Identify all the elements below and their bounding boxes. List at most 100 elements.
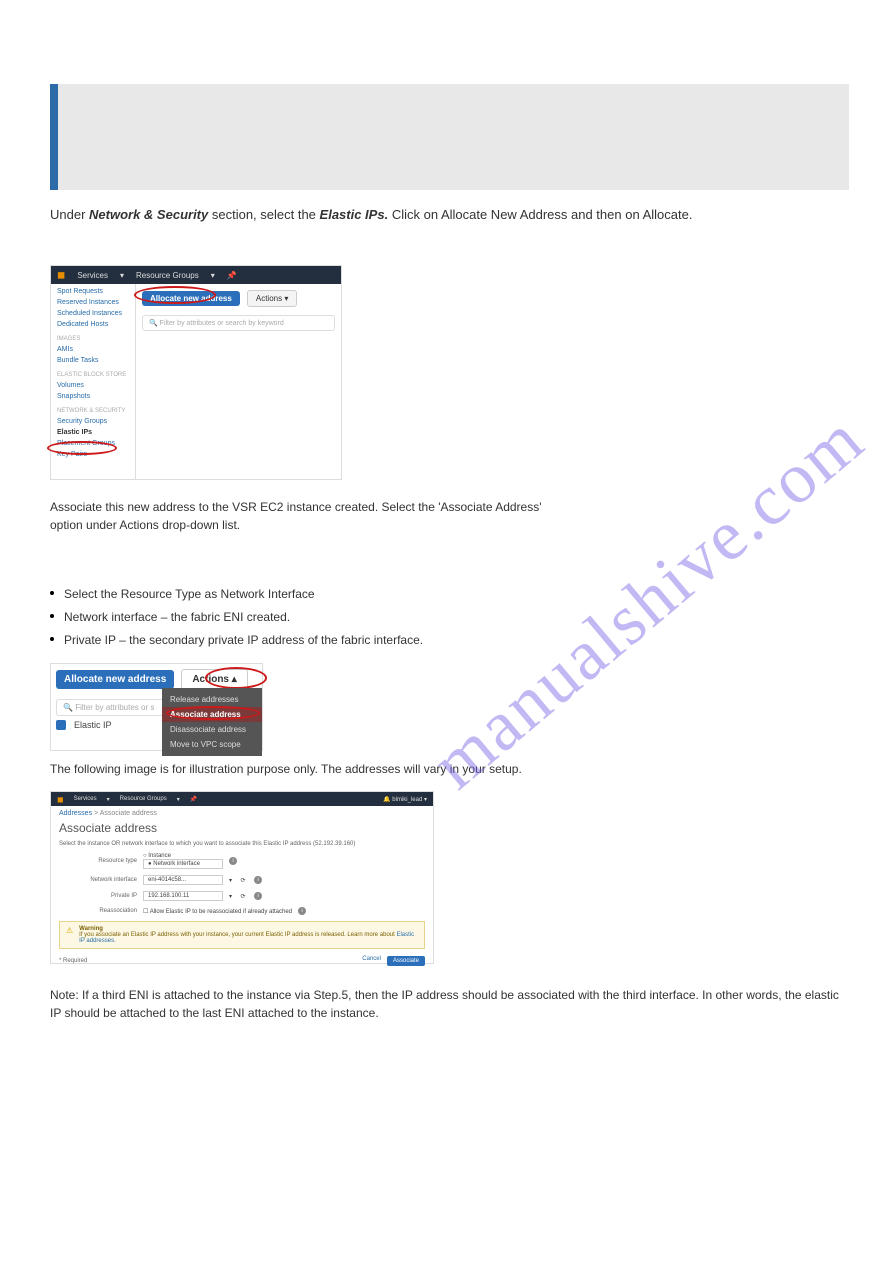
highlight-circle-icon [47, 441, 117, 455]
bullet-item: Network interface – the fabric ENI creat… [50, 606, 423, 629]
page-subtitle: Select the instance OR network interface… [51, 841, 433, 853]
p2-line-1: Associate this new address to the VSR EC… [50, 500, 542, 514]
chevron-down-icon: ▾ [120, 271, 124, 280]
reassociation-label: Reassociation [59, 908, 137, 914]
network-interface-select[interactable]: eni-4014c58... [143, 875, 223, 885]
bullet-text: Select the Resource Type as Network Inte… [64, 583, 315, 606]
warning-banner: ⚠ Warning If you associate an Elastic IP… [59, 921, 425, 949]
associate-button[interactable]: Associate [387, 956, 425, 966]
private-ip-label: Private IP [59, 893, 137, 899]
page-title: Associate address [51, 817, 433, 841]
info-icon[interactable]: i [229, 857, 237, 865]
refresh-icon[interactable]: ⟳ [238, 893, 248, 900]
bullet-text: Private IP – the secondary private IP ad… [64, 629, 423, 652]
paragraph-2: Associate this new address to the VSR EC… [50, 498, 849, 534]
actions-button[interactable]: Actions ▾ [247, 290, 297, 307]
watermark-text: manualshive.com [416, 397, 880, 805]
highlight-circle-icon [134, 286, 216, 304]
p1-prefix: Under [50, 207, 89, 222]
p1-mid: section, select the [212, 207, 320, 222]
screenshot-associate-address: ◼ Services ▾ Resource Groups ▾ 📌 🔔 blmik… [50, 791, 434, 964]
resource-type-label: Resource type [59, 858, 137, 864]
sidebar-item-elastic-ips[interactable]: Elastic IPs [57, 429, 131, 436]
filter-input[interactable]: Filter by attributes or search by keywor… [142, 315, 335, 331]
ec2-main-pane: Allocate new address Actions ▾ Filter by… [136, 284, 341, 479]
info-icon[interactable]: i [254, 876, 262, 884]
sidebar-item[interactable]: AMIs [57, 346, 131, 353]
topbar-services[interactable]: Services [74, 796, 97, 802]
crumb-current: Associate address [100, 810, 157, 817]
bullet-icon [50, 614, 54, 618]
associate-form: Resource type Instance Network interface… [51, 853, 433, 915]
ec2-sidebar: Spot Requests Reserved Instances Schedul… [51, 284, 136, 479]
paragraph-3: The following image is for illustration … [50, 762, 849, 776]
bullet-icon [50, 591, 54, 595]
bullet-icon [50, 637, 54, 641]
topbar-resource-groups[interactable]: Resource Groups [120, 796, 167, 802]
chevron-down-icon: ▾ [177, 796, 180, 803]
p1-bold-2: Elastic IPs. [320, 207, 389, 222]
form-footer: * Required Cancel Associate [51, 953, 433, 972]
info-icon[interactable]: i [298, 907, 306, 915]
p1-bold-1: Network & Security [89, 207, 208, 222]
chevron-down-icon: ▾ [107, 796, 110, 803]
chevron-down-icon: ▾ [422, 797, 427, 803]
warning-body: If you associate an Elastic IP address w… [79, 932, 396, 938]
menu-item-release[interactable]: Release addresses [162, 692, 262, 707]
reassociation-text: Allow Elastic IP to be reassociated if a… [150, 909, 292, 915]
topbar-resource-groups[interactable]: Resource Groups [136, 271, 199, 280]
warning-icon: ⚠ [66, 926, 73, 935]
aws-topbar: ◼ Services ▾ Resource Groups ▾ 📌 🔔 blmik… [51, 792, 433, 806]
menu-item-move-vpc[interactable]: Move to VPC scope [162, 737, 262, 752]
note-callout [50, 84, 849, 190]
pin-icon[interactable]: 📌 [190, 796, 197, 803]
cancel-button[interactable]: Cancel [362, 956, 381, 966]
chevron-down-icon: ▾ [229, 893, 232, 900]
sidebar-item[interactable]: Bundle Tasks [57, 357, 131, 364]
sidebar-item[interactable]: Reserved Instances [57, 299, 131, 306]
paragraph-4: Note: If a third ENI is attached to the … [50, 986, 849, 1022]
bullet-list: Select the Resource Type as Network Inte… [50, 583, 423, 651]
radio-network-interface[interactable]: Network interface [143, 859, 223, 869]
refresh-icon[interactable]: ⟳ [238, 877, 248, 884]
screenshot-actions-dropdown: Allocate new address Actions ▴ Filter by… [50, 663, 263, 751]
row-label: Elastic IP [74, 720, 112, 730]
aws-topbar: ◼ Services ▾ Resource Groups ▾ 📌 [51, 266, 341, 284]
sidebar-item[interactable]: Volumes [57, 382, 131, 389]
sidebar-item[interactable]: Snapshots [57, 393, 131, 400]
bullet-item: Private IP – the secondary private IP ad… [50, 629, 423, 652]
private-ip-select[interactable]: 192.168.100.11 [143, 891, 223, 901]
actions-label: Actions [256, 294, 282, 303]
paragraph-1: Under Network & Security section, select… [50, 207, 849, 222]
sidebar-item[interactable]: Security Groups [57, 418, 131, 425]
sidebar-item[interactable]: Scheduled Instances [57, 310, 131, 317]
sidebar-group-network: NETWORK & SECURITY [57, 408, 131, 414]
crumb-addresses[interactable]: Addresses [59, 810, 92, 817]
highlight-circle-icon [205, 667, 267, 689]
topbar-username[interactable]: blmiki_lead [392, 797, 422, 803]
bullet-item: Select the Resource Type as Network Inte… [50, 583, 423, 606]
actions-dropdown-menu: Release addresses Associate address Disa… [162, 688, 262, 756]
highlight-circle-icon [166, 706, 260, 720]
aws-logo-icon: ◼ [57, 270, 65, 281]
checkbox-icon[interactable] [56, 720, 66, 730]
topbar-services[interactable]: Services [77, 271, 108, 280]
p2-line-2: option under Actions drop-down list. [50, 518, 240, 532]
breadcrumb: Addresses > Associate address [51, 806, 433, 817]
chevron-down-icon: ▾ [229, 877, 232, 884]
reassociation-checkbox[interactable]: ☐ Allow Elastic IP to be reassociated if… [143, 908, 292, 915]
chevron-down-icon: ▾ [284, 294, 288, 303]
menu-item-disassociate[interactable]: Disassociate address [162, 722, 262, 737]
bullet-text: Network interface – the fabric ENI creat… [64, 606, 290, 629]
screenshot-ec2-allocate: ◼ Services ▾ Resource Groups ▾ 📌 Spot Re… [50, 265, 342, 480]
sidebar-item[interactable]: Spot Requests [57, 288, 131, 295]
sidebar-group-ebs: ELASTIC BLOCK STORE [57, 372, 131, 378]
chevron-down-icon: ▾ [211, 271, 215, 280]
info-icon[interactable]: i [254, 892, 262, 900]
allocate-new-address-button[interactable]: Allocate new address [56, 670, 174, 689]
bell-icon[interactable]: 🔔 [383, 797, 390, 803]
pin-icon[interactable]: 📌 [227, 271, 237, 280]
network-interface-label: Network interface [59, 877, 137, 883]
sidebar-item[interactable]: Dedicated Hosts [57, 321, 131, 328]
required-hint: * Required [59, 958, 87, 964]
